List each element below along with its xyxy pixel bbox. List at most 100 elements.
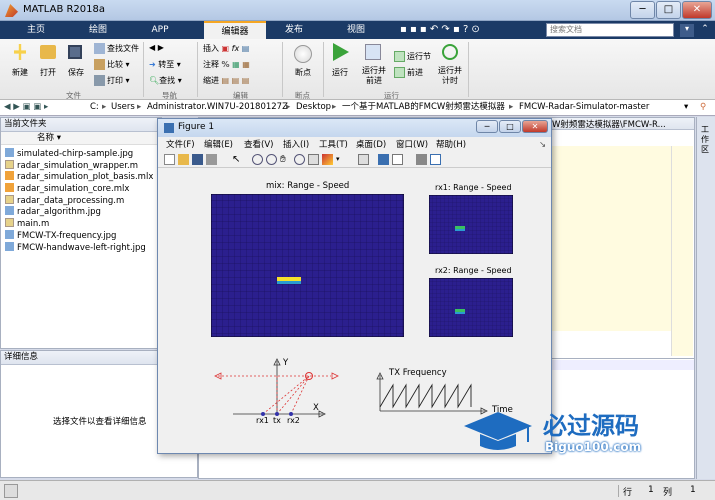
tab-view[interactable]: 视图 <box>328 21 384 39</box>
undock-icon[interactable]: ↘ <box>539 138 546 152</box>
list-item[interactable]: radar_data_processing.m <box>1 194 161 207</box>
figure-title: Figure 1 <box>178 122 215 132</box>
editor-path: W射频雷达模拟器\FMCW-R... <box>552 120 666 130</box>
breadcrumb-drive[interactable]: C: <box>90 100 99 115</box>
zoom-in-icon[interactable] <box>252 154 263 165</box>
colorbar-icon[interactable] <box>378 154 389 165</box>
run-button[interactable]: 运行 <box>332 67 348 78</box>
mix-heatmap <box>211 194 404 337</box>
insert-button[interactable]: 插入 ▣ fx ▤ <box>203 43 249 54</box>
figure-maximize-button[interactable]: □ <box>499 120 521 133</box>
print-button[interactable]: 打印 ▾ <box>94 75 130 86</box>
run-section-button[interactable]: 运行节 <box>394 51 431 62</box>
open-icon[interactable] <box>178 154 189 165</box>
address-bar[interactable]: ◀ ▶ ▣ ▣ ▸ C: ▸ Users ▸ Administrator.WIN… <box>0 100 715 116</box>
rx2-label: rx2 <box>287 416 300 425</box>
find-files-button[interactable]: 查找文件 <box>94 43 139 54</box>
tab-home[interactable]: 主页 <box>10 21 62 39</box>
list-item[interactable]: simulated-chirp-sample.jpg <box>1 148 161 160</box>
search-input[interactable]: 搜索文档 <box>546 23 674 37</box>
dropdown-icon[interactable]: ▾ <box>684 100 688 115</box>
show-tools-icon[interactable] <box>430 154 441 165</box>
menu-edit[interactable]: 编辑(E) <box>204 138 233 152</box>
menu-insert[interactable]: 插入(I) <box>283 138 309 152</box>
quick-access-toolbar[interactable]: ▪ ▪ ▪ ↶ ↷ ▪ ? ⊙ <box>400 24 480 35</box>
tab-publish[interactable]: 发布 <box>266 21 322 39</box>
print-label: 打印 <box>107 76 123 85</box>
legend-icon[interactable] <box>392 154 403 165</box>
col-label: 列 <box>663 488 673 498</box>
maximize-button[interactable]: □ <box>656 1 681 19</box>
brush-dropdown-icon[interactable]: ▾ <box>336 154 347 165</box>
run-time-button[interactable]: 运行并 计时 <box>438 66 462 86</box>
breadcrumb-project[interactable]: 一个基于MATLAB的FMCW射频雷达模拟器 <box>342 100 505 115</box>
close-button[interactable]: ✕ <box>682 1 712 19</box>
back-forward-icon[interactable]: ◀ ▶ <box>149 43 164 52</box>
link-plot-icon[interactable] <box>358 154 369 165</box>
rotate-icon[interactable] <box>294 154 305 165</box>
goto-button[interactable]: ➜ 转至 ▾ <box>149 59 181 70</box>
menu-view[interactable]: 查看(V) <box>244 138 273 152</box>
zoom-out-icon[interactable] <box>266 154 277 165</box>
filter-icon[interactable]: ▾ <box>680 24 694 37</box>
compare-button[interactable]: 比较 ▾ <box>94 59 130 70</box>
breadcrumb-users[interactable]: Users <box>111 100 135 115</box>
current-folder-title: 当前文件夹 <box>1 118 161 132</box>
figure-title-bar: Figure 1 ─ □ ✕ <box>158 119 551 137</box>
file-name: simulated-chirp-sample.jpg <box>17 149 134 159</box>
search-folder-icon[interactable]: ⚲ <box>700 100 706 115</box>
comment-button[interactable]: 注释 % ▦ ▦ <box>203 59 250 70</box>
indent-button[interactable]: 缩进 ▤ ▤ ▤ <box>203 75 249 86</box>
save-button[interactable]: 保存 <box>68 67 84 78</box>
collapse-ribbon-icon[interactable]: ⌃ <box>698 24 712 37</box>
axis-y-label: Y <box>283 358 289 368</box>
list-item[interactable]: radar_simulation_wrapper.m <box>1 159 161 172</box>
data-cursor-icon[interactable] <box>308 154 319 165</box>
nav-arrows-icon[interactable]: ◀ ▶ ▣ ▣ ▸ <box>4 100 48 115</box>
open-button[interactable]: 打开 <box>40 67 56 78</box>
tab-apps[interactable]: APP <box>134 21 186 39</box>
editor-code-area[interactable] <box>549 146 671 331</box>
minimize-button[interactable]: ─ <box>630 1 655 19</box>
tab-plots[interactable]: 绘图 <box>72 21 124 39</box>
divider <box>282 42 283 97</box>
pointer-icon[interactable]: ↖ <box>232 154 243 165</box>
list-item[interactable]: main.m <box>1 218 161 230</box>
breadcrumb-user[interactable]: Administrator.WIN7U-20180127Z <box>147 100 288 115</box>
editor-scroll-area[interactable] <box>671 146 693 356</box>
menu-desktop[interactable]: 桌面(D) <box>356 138 386 152</box>
figure-close-button[interactable]: ✕ <box>522 120 548 133</box>
new-figure-icon[interactable] <box>164 154 175 165</box>
menu-window[interactable]: 窗口(W) <box>396 138 428 152</box>
save-icon[interactable] <box>192 154 203 165</box>
breakpoints-button[interactable]: 断点 <box>295 67 311 78</box>
list-item[interactable]: radar_algorithm.jpg <box>1 206 161 218</box>
divider <box>323 42 324 97</box>
list-item[interactable]: FMCW-handwave-left-right.jpg <box>1 241 161 254</box>
menu-help[interactable]: 帮助(H) <box>436 138 466 152</box>
tab-editor[interactable]: 编辑器 <box>204 21 266 39</box>
find-label: 查找 <box>159 76 176 85</box>
pan-icon[interactable]: ✋︎ <box>280 154 291 165</box>
menu-file[interactable]: 文件(F) <box>166 138 195 152</box>
m-file-icon <box>5 218 14 228</box>
ribbon: 新建 打开 保存 查找文件 比较 ▾ 打印 ▾ 文件 ◀ ▶ ➜ 转至 ▾ 🔍︎… <box>0 39 715 100</box>
figure-minimize-button[interactable]: ─ <box>476 120 498 133</box>
hide-tools-icon[interactable] <box>416 154 427 165</box>
advance-button[interactable]: 前进 <box>394 67 423 78</box>
breadcrumb-folder[interactable]: FMCW-Radar-Simulator-master <box>519 100 649 115</box>
find-button[interactable]: 🔍︎查找 ▾ <box>149 75 182 86</box>
list-item[interactable]: radar_simulation_plot_basis.mlx <box>1 171 161 183</box>
matlab-logo-icon <box>5 4 18 17</box>
list-item[interactable]: FMCW-TX-frequency.jpg <box>1 229 161 242</box>
name-column-header[interactable]: 名称 ▾ <box>1 132 161 145</box>
workspace-side-tab[interactable]: 工作区 <box>696 117 715 479</box>
run-advance-button[interactable]: 运行并 前进 <box>362 66 386 86</box>
chevron-right-icon: ▸ <box>137 102 142 112</box>
list-item[interactable]: radar_simulation_core.mlx <box>1 183 161 195</box>
print-icon[interactable] <box>206 154 217 165</box>
new-button[interactable]: 新建 <box>12 67 28 78</box>
brush-icon[interactable] <box>322 154 333 165</box>
breadcrumb-desktop[interactable]: Desktop <box>296 100 331 115</box>
menu-tools[interactable]: 工具(T) <box>319 138 348 152</box>
